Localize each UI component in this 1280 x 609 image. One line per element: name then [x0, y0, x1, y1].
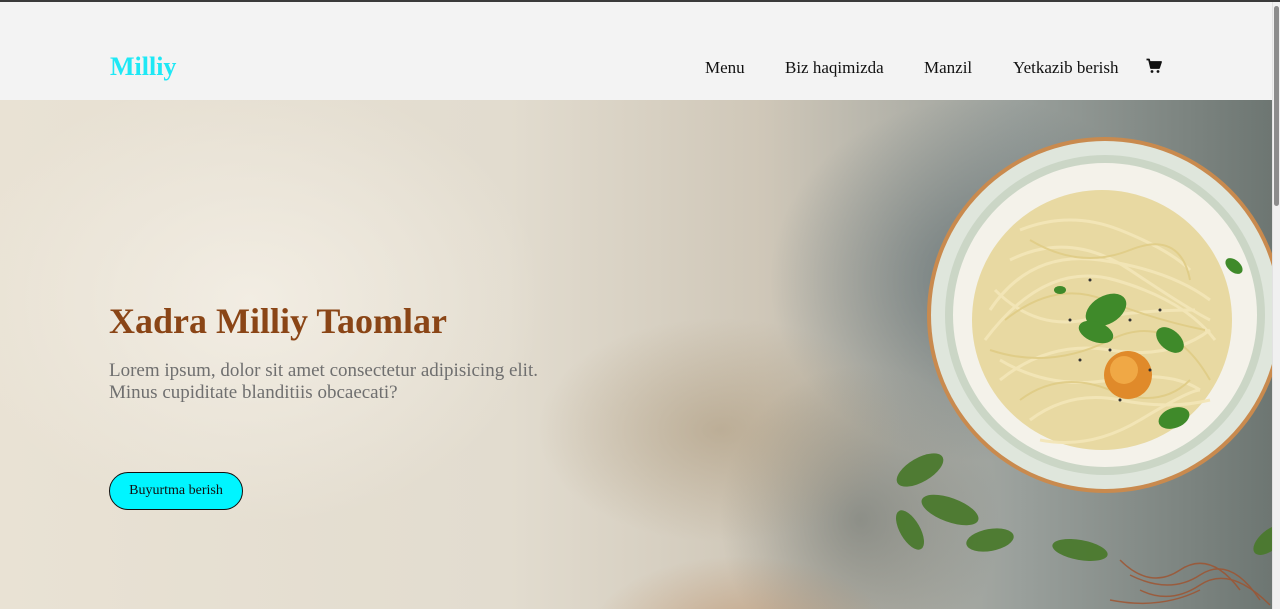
site-header: Milliy Menu Biz haqimizda Manzil Yetkazi…: [0, 2, 1272, 100]
nav-link-biz-haqimizda[interactable]: Biz haqimizda: [785, 58, 884, 78]
noodle-bowl-image: [896, 137, 1272, 606]
main-nav: Menu Biz haqimizda Manzil Yetkazib beris…: [0, 58, 1272, 82]
nav-link-yetkazib-berish[interactable]: Yetkazib berish: [1013, 58, 1118, 78]
nav-link-manzil[interactable]: Manzil: [924, 58, 972, 78]
nav-link-menu[interactable]: Menu: [705, 58, 745, 78]
hero-section: Xadra Milliy Taomlar Lorem ipsum, dolor …: [0, 100, 1272, 609]
hero-title: Xadra Milliy Taomlar: [109, 301, 448, 341]
page-scrollbar[interactable]: [1272, 2, 1280, 609]
hero-description: Lorem ipsum, dolor sit amet consectetur …: [109, 360, 538, 403]
cart-icon[interactable]: [1146, 58, 1162, 74]
order-button[interactable]: Buyurtma berish: [109, 472, 243, 510]
scrollbar-thumb[interactable]: [1274, 6, 1279, 206]
